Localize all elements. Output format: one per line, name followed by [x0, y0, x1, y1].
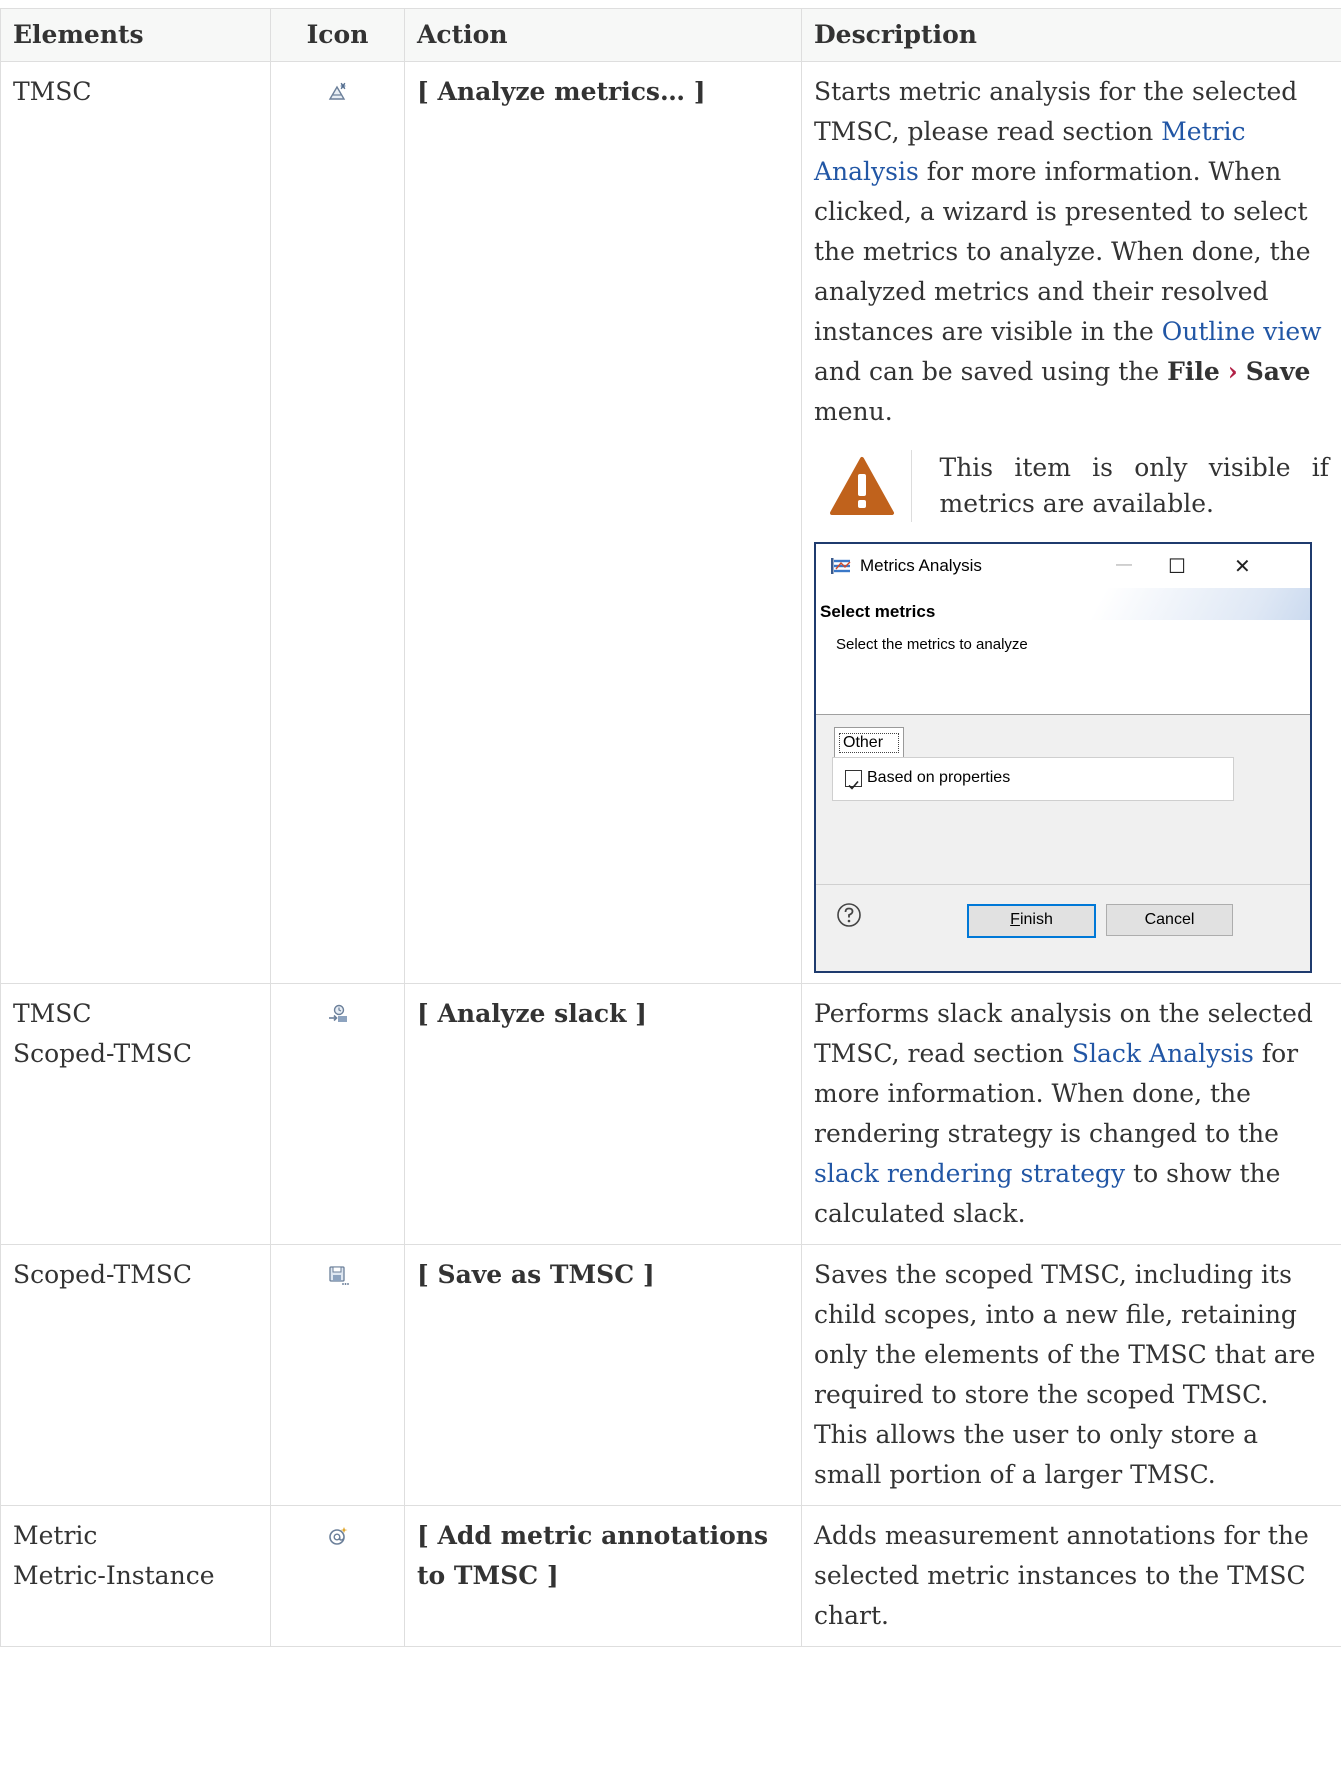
actions-table: Elements Icon Action Description TMSC [ …	[0, 8, 1341, 1647]
tab-other[interactable]: Other	[834, 727, 904, 758]
action-cell: [ Analyze metrics… ]	[404, 61, 802, 984]
header-description: Description	[801, 8, 1341, 62]
table-row: TMSC Scoped-TMSC [ Analyze slack ] Perfo…	[0, 983, 1341, 1245]
checkmark-icon	[848, 780, 859, 790]
element-name: TMSC	[13, 999, 92, 1028]
icon-cell	[270, 61, 405, 984]
close-button[interactable]: ✕	[1234, 554, 1251, 579]
icon-cell	[270, 983, 405, 1245]
slack-rendering-strategy-link[interactable]: slack rendering strategy	[814, 1159, 1125, 1188]
header-elements: Elements	[0, 8, 271, 62]
dialog-title: Metrics Analysis	[860, 556, 982, 575]
analyze-metrics-icon	[328, 82, 345, 100]
menu-save: Save	[1245, 357, 1311, 386]
action-cell: [ Save as TMSC ]	[404, 1244, 802, 1506]
action-cell: [ Add metric annotations to TMSC ]	[404, 1505, 802, 1647]
add-annotation-icon	[328, 1527, 347, 1545]
elements-cell: Metric Metric-Instance	[0, 1505, 271, 1647]
dialog-subtitle: Select the metrics to analyze	[836, 636, 1028, 653]
finish-button[interactable]: Finish	[967, 904, 1096, 938]
elements-cell: Scoped-TMSC	[0, 1244, 271, 1506]
icon-cell	[270, 1244, 405, 1506]
menu-file: File	[1167, 357, 1220, 386]
warning-text: This item is only visible if metrics are…	[939, 453, 1329, 518]
outline-view-link[interactable]: Outline view	[1162, 317, 1322, 346]
table-row: TMSC [ Analyze metrics… ] Starts metric …	[0, 61, 1341, 984]
slack-analysis-link[interactable]: Slack Analysis	[1072, 1039, 1254, 1068]
description-cell: Performs slack analysis on the selected …	[801, 983, 1341, 1245]
element-name: Scoped-TMSC	[13, 1260, 193, 1289]
metrics-analysis-dialog: Metrics Analysis — ☐ ✕ Select metrics Se…	[814, 542, 1312, 973]
elements-cell: TMSC Scoped-TMSC	[0, 983, 271, 1245]
maximize-button[interactable]: ☐	[1168, 554, 1186, 579]
description-cell: Adds measurement annotations for the sel…	[801, 1505, 1341, 1647]
description-cell: Starts metric analysis for the selected …	[801, 61, 1341, 984]
tab-panel: Based on properties	[832, 757, 1234, 801]
based-on-properties-checkbox[interactable]	[845, 770, 862, 790]
table-row: Metric Metric-Instance [ Add metric anno…	[0, 1505, 1341, 1647]
menu-separator: ›	[1227, 357, 1238, 386]
description-cell: Saves the scoped TMSC, including its chi…	[801, 1244, 1341, 1506]
warning-icon	[830, 457, 895, 515]
element-name: Metric	[13, 1521, 98, 1550]
save-as-icon	[328, 1266, 349, 1285]
elements-cell: TMSC	[0, 61, 271, 984]
analyze-slack-icon	[328, 1004, 347, 1022]
dialog-banner: Select metrics Select the metrics to ana…	[816, 588, 1310, 715]
table-row: Scoped-TMSC [ Save as TMSC ] Saves the s…	[0, 1244, 1341, 1506]
table-header-row: Elements Icon Action Description	[0, 8, 1341, 62]
element-name: Scoped-TMSC	[13, 1039, 193, 1068]
help-icon[interactable]	[836, 902, 862, 928]
checkbox-label: Based on properties	[867, 769, 1011, 786]
action-cell: [ Analyze slack ]	[404, 983, 802, 1245]
element-name: TMSC	[13, 77, 92, 106]
header-action: Action	[404, 8, 802, 62]
warning-admonition: This item is only visible if metrics are…	[814, 450, 1329, 522]
icon-cell	[270, 1505, 405, 1647]
minimize-button[interactable]: —	[1116, 556, 1132, 574]
metrics-app-icon	[831, 558, 851, 574]
dialog-titlebar: Metrics Analysis — ☐ ✕	[816, 544, 1310, 588]
dialog-heading: Select metrics	[820, 602, 936, 621]
header-icon: Icon	[270, 8, 405, 62]
element-name: Metric-Instance	[13, 1561, 215, 1590]
cancel-button[interactable]: Cancel	[1106, 904, 1233, 936]
